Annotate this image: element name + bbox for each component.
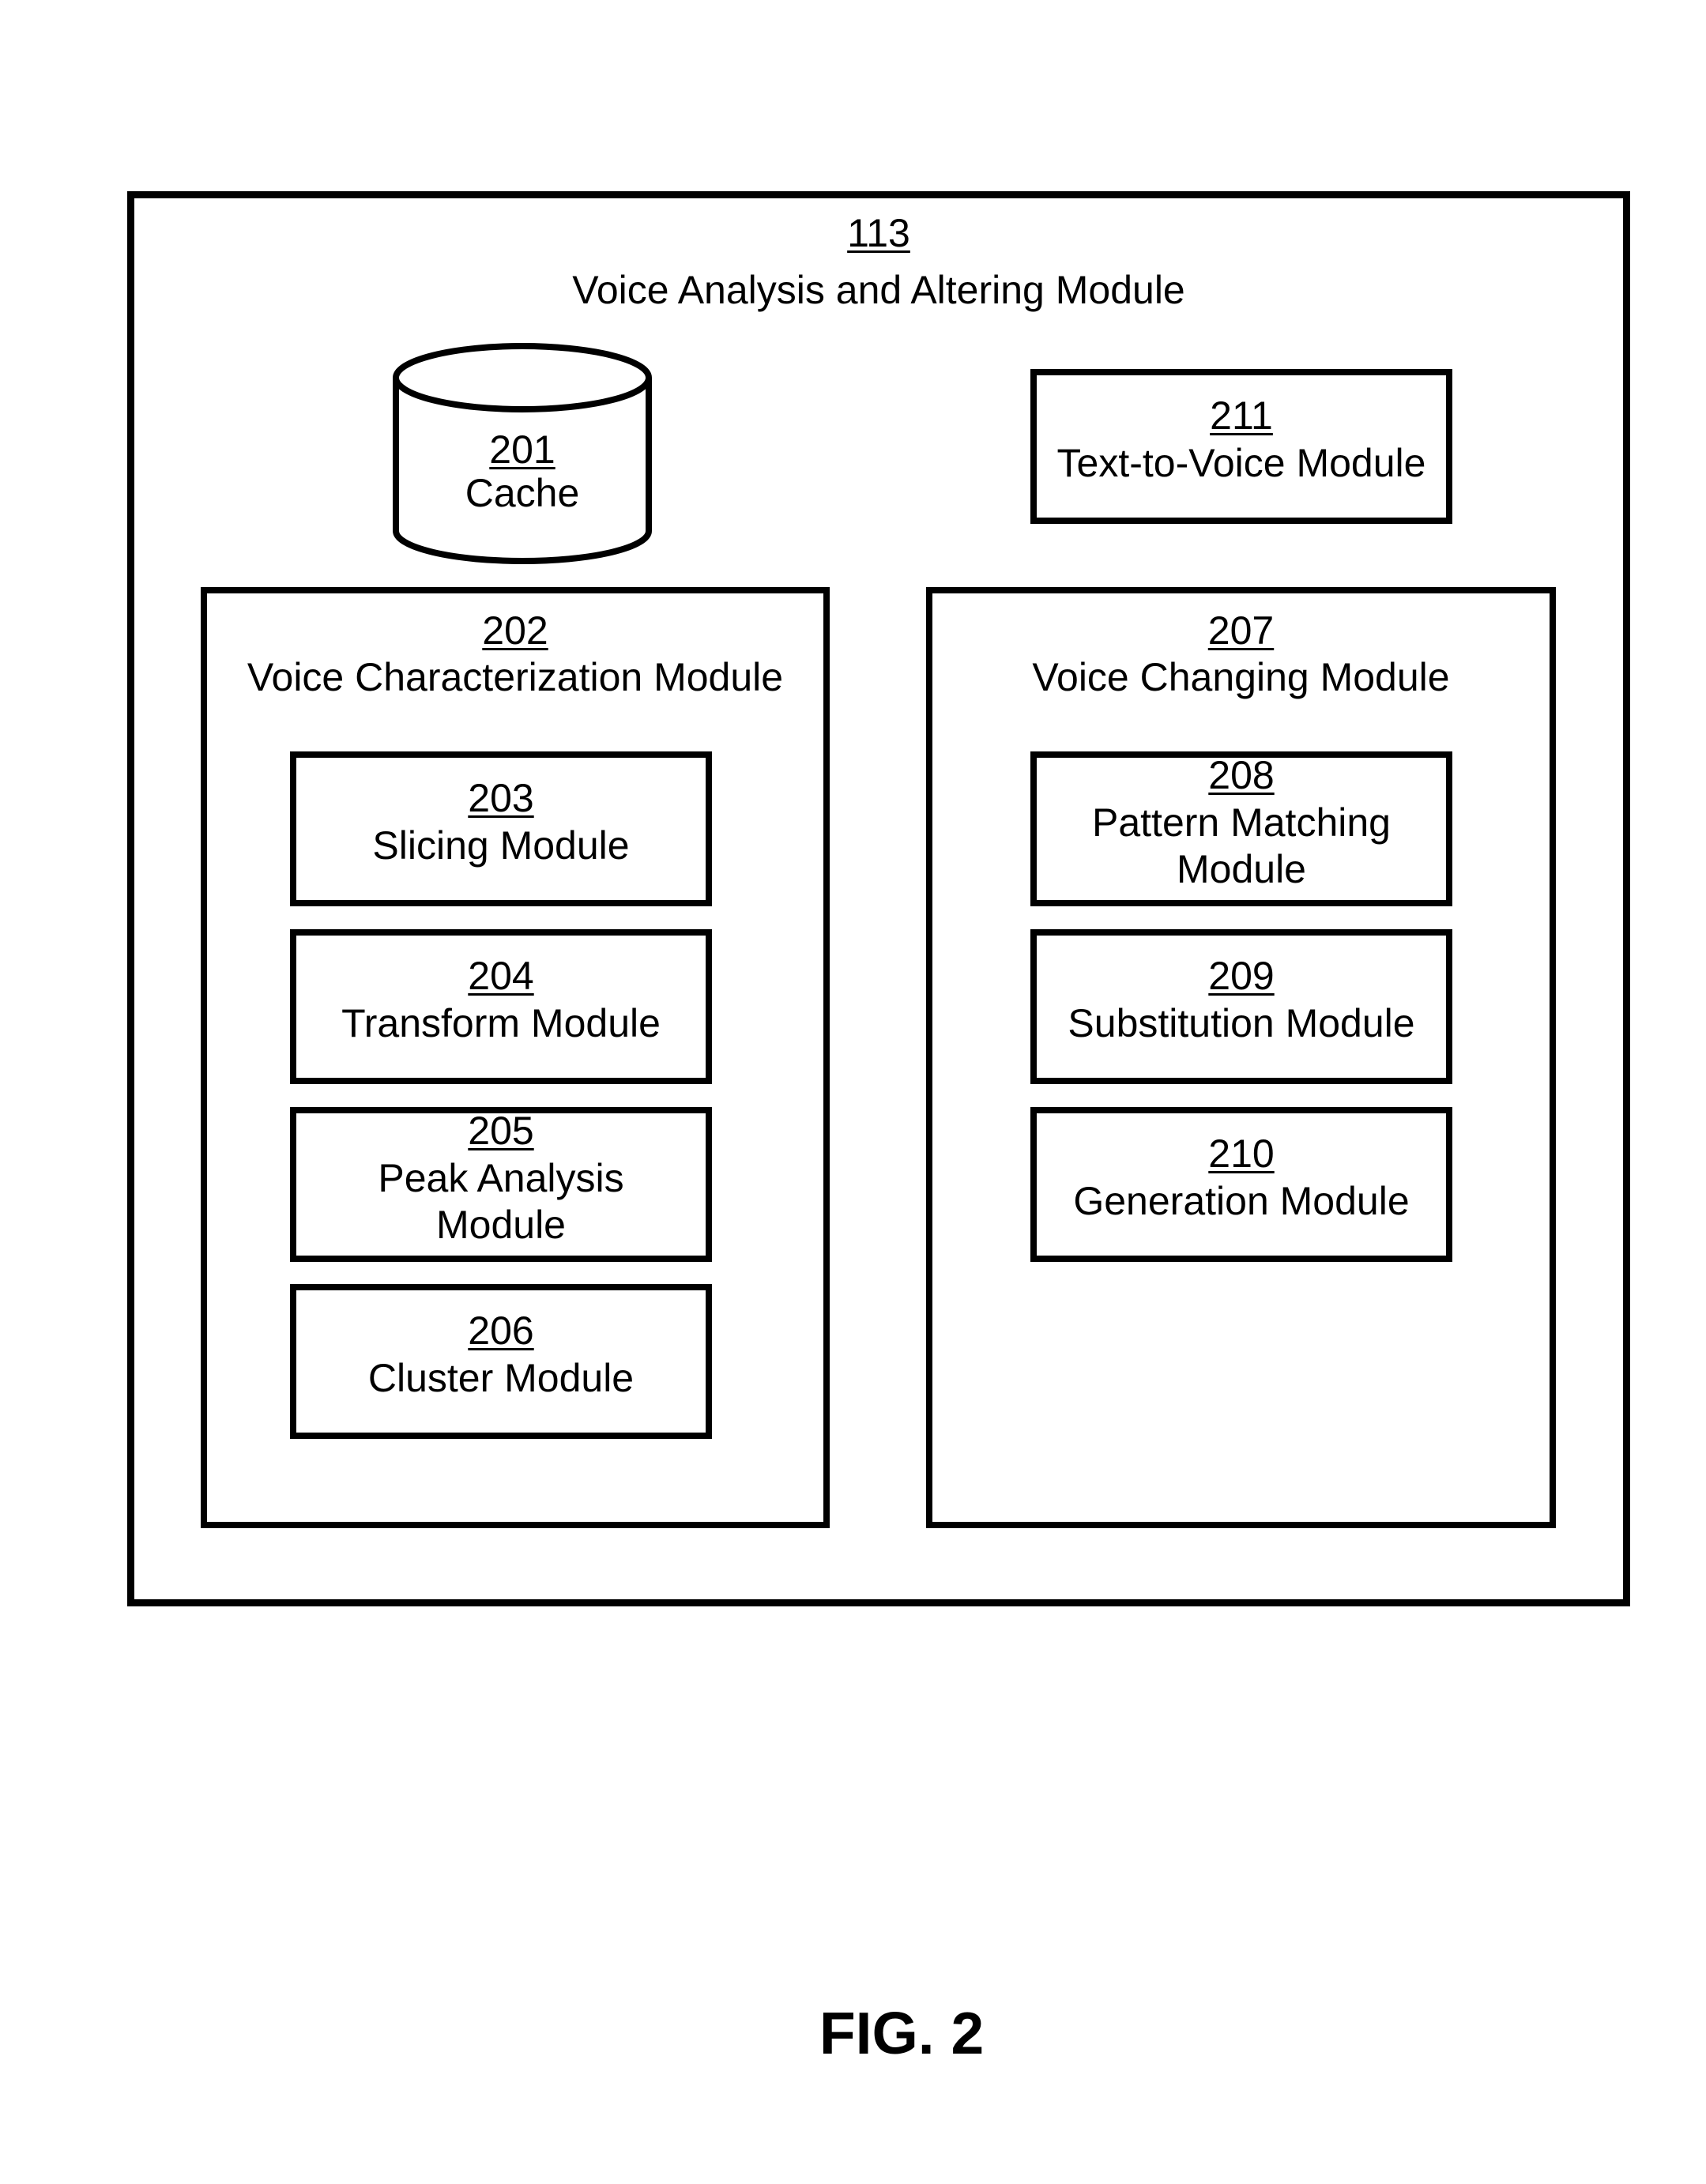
module-ref: 206 — [468, 1309, 534, 1353]
substitution-module-209: 209 Substitution Module — [1030, 929, 1452, 1084]
module-label-line-2: Module — [436, 1203, 566, 1247]
module-ref: 203 — [468, 776, 534, 820]
panel-title: Voice Characterization Module — [247, 655, 784, 699]
module-label: Text-to-Voice Module — [1056, 441, 1426, 485]
text-to-voice-module-211: 211 Text-to-Voice Module — [1030, 369, 1452, 524]
panel-title: Voice Changing Module — [1032, 655, 1450, 699]
module-label: Cluster Module — [367, 1356, 635, 1400]
module-title-113: Voice Analysis and Altering Module — [572, 268, 1185, 312]
module-label: Generation Module — [1073, 1179, 1410, 1223]
module-ref: 208 — [1208, 753, 1275, 797]
module-ref: 204 — [468, 954, 534, 998]
module-ref-113: 113 — [847, 211, 910, 255]
module-ref: 209 — [1208, 954, 1275, 998]
module-label-line-1: Pattern Matching — [1092, 800, 1391, 845]
figure-label: FIG. 2 — [819, 2000, 985, 2066]
panel-ref: 202 — [482, 608, 548, 653]
slicing-module-203: 203 Slicing Module — [290, 751, 712, 906]
transform-module-204: 204 Transform Module — [290, 929, 712, 1084]
module-ref: 205 — [468, 1109, 534, 1153]
module-label-line-2: Module — [1177, 847, 1306, 891]
module-label: Slicing Module — [372, 823, 630, 868]
cache-ref: 201 — [489, 427, 555, 472]
module-ref: 210 — [1208, 1132, 1275, 1176]
cache-label: Cache — [465, 471, 580, 515]
peak-analysis-module-205: 205 Peak Analysis Module — [290, 1107, 712, 1262]
generation-module-210: 210 Generation Module — [1030, 1107, 1452, 1262]
pattern-matching-module-208: 208 Pattern Matching Module — [1030, 751, 1452, 906]
cluster-module-206: 206 Cluster Module — [290, 1284, 712, 1439]
module-ref: 211 — [1210, 393, 1273, 438]
module-label: Transform Module — [341, 1001, 661, 1045]
module-label: Substitution Module — [1068, 1001, 1415, 1045]
module-label-line-1: Peak Analysis — [378, 1156, 624, 1200]
panel-ref: 207 — [1207, 608, 1275, 653]
cache-201: 201 Cache — [379, 332, 665, 577]
